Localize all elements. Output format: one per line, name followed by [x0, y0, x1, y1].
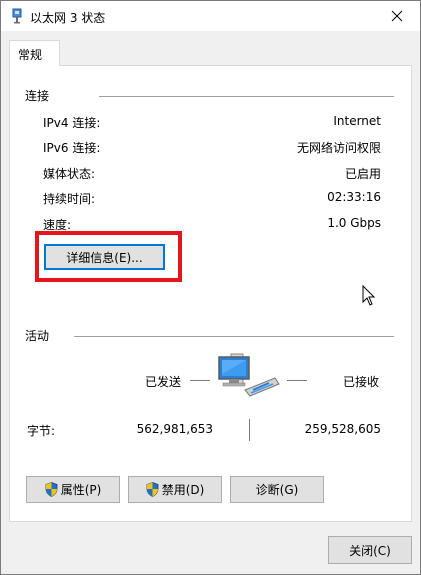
properties-button-label: 属性(P) — [60, 483, 102, 497]
media-state-value: 已启用 — [344, 167, 381, 181]
activity-section-label: 活动 — [25, 329, 50, 343]
activity-divider — [74, 336, 394, 337]
disable-button[interactable]: 禁用(D) — [128, 476, 222, 503]
diagnose-button[interactable]: 诊断(G) — [230, 476, 324, 503]
window-title: 以太网 3 状态 — [30, 11, 106, 25]
sent-label: 已发送 — [145, 375, 182, 389]
bytes-sent-value: 562,981,653 — [136, 422, 213, 436]
status-window: 以太网 3 状态 常规 连接 IPv4 连接: Internet IPv6 连接… — [0, 0, 421, 575]
properties-button[interactable]: 属性(P) — [26, 476, 120, 503]
received-label: 已接收 — [343, 375, 380, 389]
uac-shield-icon — [45, 482, 58, 497]
tab-panel: 连接 IPv4 连接: Internet IPv6 连接: 无网络访问权限 媒体… — [9, 65, 412, 522]
connection-section-label: 连接 — [25, 89, 50, 103]
network-computer-icon — [218, 353, 280, 397]
mouse-cursor-icon — [362, 285, 376, 306]
close-icon — [391, 10, 403, 22]
ipv6-value: 无网络访问权限 — [296, 141, 381, 155]
tab-general[interactable]: 常规 — [9, 40, 60, 66]
ipv4-label: IPv4 连接: — [43, 116, 101, 130]
tab-general-label: 常规 — [18, 48, 43, 62]
speed-value: 1.0 Gbps — [327, 216, 381, 230]
network-adapter-icon — [12, 8, 22, 24]
sent-line — [190, 380, 210, 381]
received-line — [287, 380, 307, 381]
bytes-received-value: 259,528,605 — [304, 422, 381, 436]
media-state-label: 媒体状态: — [43, 167, 96, 181]
ipv6-label: IPv6 连接: — [43, 141, 101, 155]
duration-label: 持续时间: — [43, 192, 96, 206]
ipv4-value: Internet — [333, 114, 381, 128]
window-close-button[interactable] — [374, 1, 420, 31]
uac-shield-icon — [146, 482, 159, 497]
details-button[interactable]: 详细信息(E)... — [44, 244, 165, 270]
disable-button-label: 禁用(D) — [161, 483, 205, 497]
duration-value: 02:33:16 — [327, 190, 381, 204]
bytes-label: 字节: — [27, 424, 56, 438]
title-bar: 以太网 3 状态 — [1, 1, 420, 31]
bytes-divider — [249, 419, 250, 441]
connection-divider — [99, 96, 394, 97]
close-button[interactable]: 关闭(C) — [328, 536, 412, 564]
